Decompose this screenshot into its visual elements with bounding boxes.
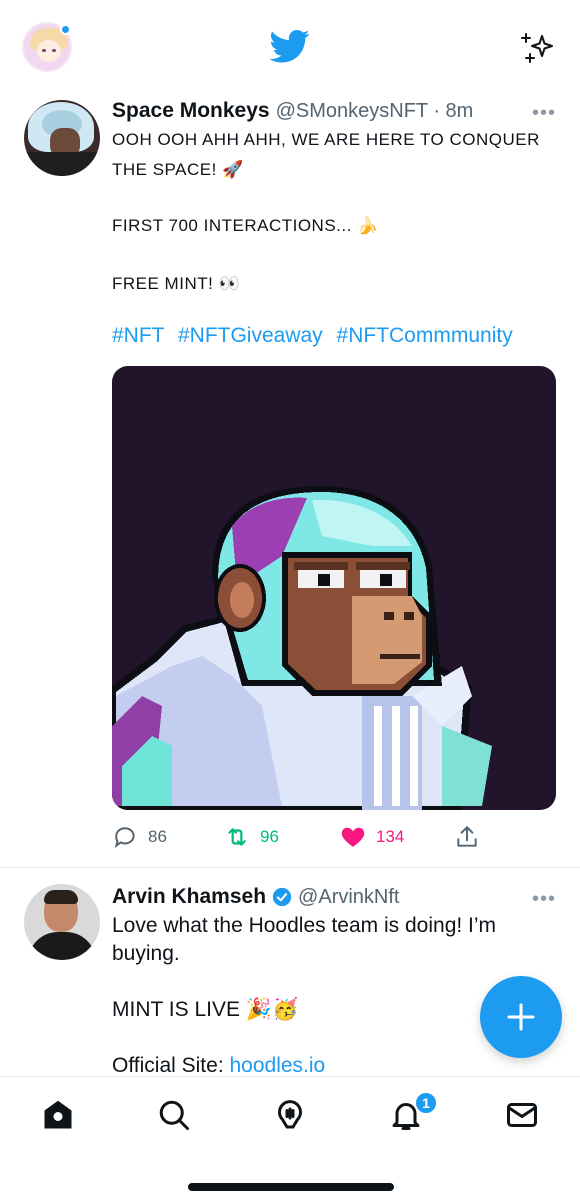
top-bar — [0, 0, 580, 92]
reply-icon — [114, 827, 135, 849]
hashtag-link[interactable]: #NFTGiveaway — [178, 324, 323, 347]
tweet-text-line: buying. — [112, 942, 180, 965]
tweet-text-line: FIRST 700 INTERACTIONS... 🍌 — [112, 216, 379, 235]
notification-count-badge: 1 — [414, 1091, 438, 1115]
tweet-image-pixel-monkey[interactable] — [112, 366, 556, 810]
like-button[interactable]: 134 — [340, 822, 404, 852]
author-avatar[interactable] — [24, 100, 100, 176]
author-handle[interactable]: @ArvinkNft — [298, 886, 399, 909]
more-options-icon[interactable]: ••• — [532, 102, 556, 125]
hashtag-link[interactable]: #NFTCommmunity — [337, 324, 513, 347]
home-indicator — [188, 1183, 394, 1191]
tweet-actions: 86 96 134 — [112, 822, 556, 852]
site-label: Official Site: — [112, 1054, 230, 1074]
home-icon[interactable] — [40, 1097, 76, 1133]
tweet-text-line: THE SPACE! 🚀 — [112, 160, 244, 179]
share-button[interactable] — [454, 822, 480, 852]
plus-icon — [507, 1003, 535, 1031]
retweet-count: 96 — [260, 827, 279, 846]
reply-count: 86 — [148, 827, 167, 846]
tweet-text-line: MINT IS LIVE 🎉🥳 — [112, 998, 299, 1021]
more-options-icon[interactable]: ••• — [532, 888, 556, 911]
heart-icon — [341, 827, 365, 847]
hashtags: #NFT #NFTGiveaway #NFTCommmunity — [112, 324, 513, 348]
tweet-text-line: FREE MINT! 👀 — [112, 274, 241, 293]
spaces-icon[interactable] — [272, 1097, 308, 1133]
author-handle-time[interactable]: @SMonkeysNFT · 8m — [276, 100, 474, 123]
bottom-nav: 1 — [0, 1076, 580, 1200]
retweet-button[interactable]: 96 — [224, 822, 279, 852]
reply-button[interactable]: 86 — [112, 822, 167, 852]
verified-badge-icon — [272, 887, 292, 907]
tweet-text-line: Love what the Hoodles team is doing! I’m — [112, 914, 497, 937]
like-count: 134 — [376, 827, 405, 846]
tweet-text-line: Official Site: hoodles.io — [112, 1052, 532, 1074]
author-name[interactable]: Space Monkeys — [112, 99, 270, 123]
sparkle-icon[interactable] — [518, 28, 558, 68]
twitter-bird-icon[interactable] — [268, 26, 312, 66]
author-name[interactable]: Arvin Khamseh — [112, 885, 266, 909]
search-icon[interactable] — [156, 1097, 192, 1133]
hashtag-link[interactable]: #NFT — [112, 324, 164, 347]
tweet-text-line: OOH OOH AHH AHH, WE ARE HERE TO CONQUER — [112, 130, 540, 149]
share-icon — [457, 826, 477, 847]
compose-tweet-button[interactable] — [480, 976, 562, 1058]
tweet-text: Love what the Hoodles team is doing! I’m… — [112, 912, 532, 1074]
notification-dot — [60, 24, 71, 35]
messages-mail-icon[interactable] — [504, 1097, 540, 1133]
author-avatar[interactable] — [24, 884, 100, 960]
tweet-space-monkeys[interactable]: Space Monkeys @SMonkeysNFT · 8m ••• OOH … — [0, 92, 580, 868]
site-link[interactable]: hoodles.io — [230, 1054, 326, 1074]
retweet-icon — [228, 828, 246, 846]
